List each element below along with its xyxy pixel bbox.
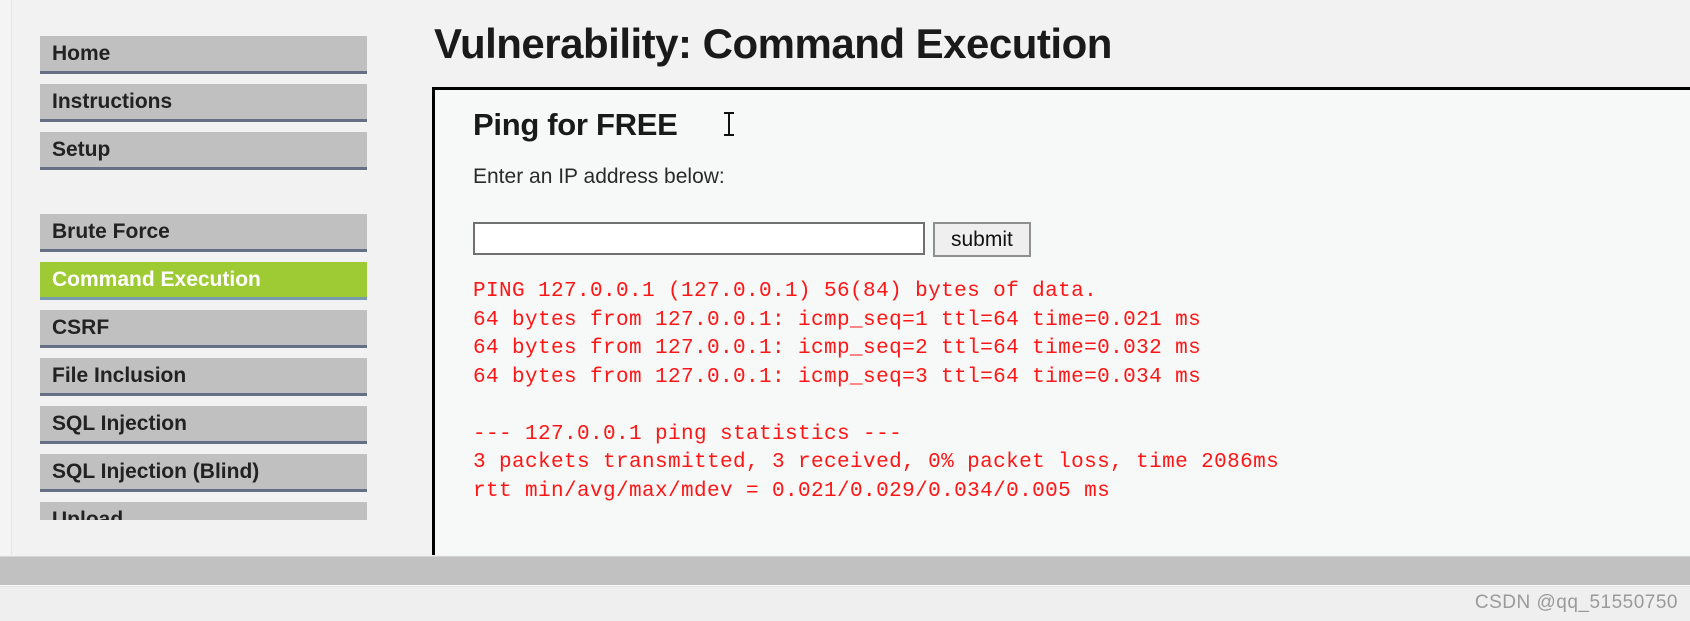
sidebar-group-primary: Home Instructions Setup (40, 36, 367, 180)
sidebar-item-file-inclusion[interactable]: File Inclusion (40, 358, 367, 396)
watermark-label: CSDN @qq_51550750 (1474, 592, 1678, 613)
sidebar-item-sql-injection-blind[interactable]: SQL Injection (Blind) (40, 454, 367, 492)
submit-button[interactable]: submit (933, 222, 1031, 257)
content-panel: Ping for FREE Enter an IP address below:… (432, 87, 1690, 555)
ping-output-text: PING 127.0.0.1 (127.0.0.1) 56(84) bytes … (473, 280, 1280, 503)
sidebar-item-sql-injection[interactable]: SQL Injection (40, 406, 367, 444)
form-label: Enter an IP address below: (435, 143, 725, 189)
bottom-scrollbar[interactable] (0, 556, 1690, 587)
left-edge-strip (0, 0, 12, 555)
dvwa-page: Home Instructions Setup Brute Force Comm… (0, 0, 1690, 621)
section-title: Ping for FREE (473, 107, 678, 142)
sidebar-item-brute-force[interactable]: Brute Force (40, 214, 367, 252)
sidebar-group-vulnerabilities: Brute Force Command Execution CSRF File … (40, 214, 367, 520)
page-title: Vulnerability: Command Execution (434, 20, 1112, 67)
sidebar-item-instructions[interactable]: Instructions (40, 84, 367, 122)
main-column: Vulnerability: Command Execution Ping fo… (420, 0, 1690, 555)
sidebar-item-csrf[interactable]: CSRF (40, 310, 367, 348)
ip-address-input[interactable] (473, 222, 925, 255)
sidebar-item-setup[interactable]: Setup (40, 132, 367, 170)
sidebar-item-command-execution[interactable]: Command Execution (40, 262, 367, 300)
form-label-text: Enter an IP address below: (473, 165, 725, 188)
sidebar-item-upload[interactable]: Upload (40, 502, 367, 520)
bottom-strip (0, 586, 1690, 621)
sidebar-navigation: Home Instructions Setup Brute Force Comm… (12, 0, 392, 555)
ping-form: submit (473, 222, 1031, 257)
sidebar-item-home[interactable]: Home (40, 36, 367, 74)
